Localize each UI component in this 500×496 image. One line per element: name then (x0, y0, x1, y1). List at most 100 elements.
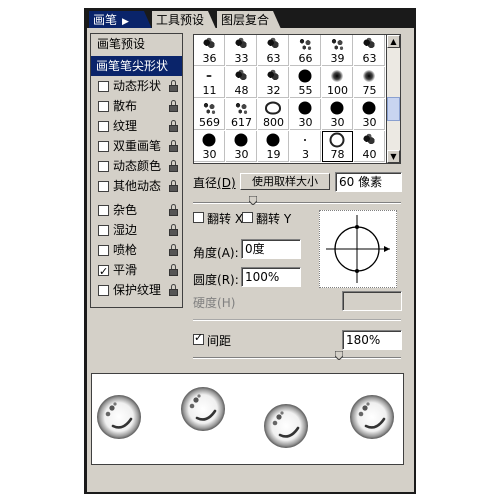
tab-tool-presets[interactable]: 工具预设 (152, 11, 208, 29)
texture-checkbox[interactable] (98, 121, 109, 132)
airbrush-checkbox[interactable] (98, 245, 109, 256)
diameter-slider-thumb[interactable] (249, 196, 257, 205)
list-item-smoothing[interactable]: 平滑 (91, 260, 182, 282)
diameter-field[interactable]: 60 像素 (335, 172, 402, 192)
lock-icon[interactable] (169, 264, 178, 276)
spacing-checkbox[interactable] (193, 331, 204, 345)
brush-tip-cell[interactable]: 63 (354, 35, 385, 66)
spacing-slider-thumb[interactable] (335, 351, 343, 360)
brush-tip-cell[interactable]: 30 (290, 99, 321, 130)
brush-tip-cell[interactable]: 40 (354, 131, 385, 162)
leaf-brush-icon (201, 37, 217, 51)
lock-icon[interactable] (169, 284, 178, 296)
brush-tip-cell[interactable]: 36 (194, 35, 225, 66)
smoothing-checkbox[interactable] (98, 262, 109, 282)
noise-checkbox[interactable] (98, 205, 109, 216)
lock-icon[interactable] (169, 140, 178, 152)
brush-tip-cell[interactable]: 11 (194, 67, 225, 98)
brush-tip-cell[interactable]: 39 (322, 35, 353, 66)
brush-tip-cell[interactable]: 19 (258, 131, 289, 162)
shape-dynamics-checkbox[interactable] (98, 81, 109, 92)
spacing-slider[interactable] (193, 357, 401, 359)
brush-tip-cell[interactable]: 800 (258, 99, 289, 130)
lock-icon[interactable] (169, 180, 178, 192)
brush-tip-cell[interactable]: 32 (258, 67, 289, 98)
tab-brushes[interactable]: 画笔 ▶ (89, 11, 142, 29)
list-item-scattering[interactable]: 散布 (91, 96, 182, 116)
scatter-brush-icon (201, 101, 217, 115)
brush-tip-cell[interactable]: 30 (226, 131, 257, 162)
list-item-other-dynamics[interactable]: 其他动态 (91, 176, 182, 196)
brush-tip-grid[interactable]: 36 33 63 66 39 63 11 48 32 55 100 75 569 617 800 30 30 30… (193, 34, 387, 164)
diameter-slider[interactable] (193, 202, 401, 204)
roundness-field[interactable]: 100% (241, 267, 301, 287)
brush-tip-cell[interactable]: 75 (354, 67, 385, 98)
scroll-down-arrow-icon[interactable]: ▼ (387, 150, 400, 163)
brush-tip-cell[interactable]: 3 (290, 131, 321, 162)
flip-x-checkbox[interactable] (193, 212, 204, 223)
scroll-up-arrow-icon[interactable]: ▲ (387, 35, 400, 48)
lock-icon[interactable] (169, 160, 178, 172)
list-item-label: 纹理 (113, 119, 138, 133)
angle-roundness-widget[interactable] (319, 210, 397, 288)
flip-y-label: 翻转 Y (256, 212, 292, 226)
scattering-checkbox[interactable] (98, 101, 109, 112)
list-item-brush-tip-shape[interactable]: 画笔笔尖形状 (91, 56, 182, 76)
list-item-wet-edges[interactable]: 湿边 (91, 220, 182, 240)
brush-size-label: 66 (298, 52, 313, 65)
flip-y-checkbox[interactable] (242, 212, 253, 223)
tab-layer-comps[interactable]: 图层复合 (217, 11, 273, 29)
list-item-label: 其他动态 (113, 179, 162, 193)
lock-icon[interactable] (169, 100, 178, 112)
brush-tip-cell[interactable]: 48 (226, 67, 257, 98)
list-item-protect-texture[interactable]: 保护纹理 (91, 280, 182, 300)
brush-size-label: 40 (362, 148, 377, 161)
list-item-airbrush[interactable]: 喷枪 (91, 240, 182, 260)
brush-size-label: 800 (263, 116, 284, 129)
dash-brush-icon (206, 75, 212, 77)
list-item-label: 动态颜色 (113, 159, 162, 173)
lock-icon[interactable] (169, 120, 178, 132)
lock-icon[interactable] (169, 204, 178, 216)
brush-tip-cell[interactable]: 30 (194, 131, 225, 162)
brush-grid-scrollbar[interactable]: ▲ ▼ (387, 34, 401, 164)
brush-tip-cell[interactable]: 617 (226, 99, 257, 130)
brush-size-label: 78 (330, 148, 345, 161)
leaf-brush-icon (265, 69, 281, 83)
lock-icon[interactable] (169, 244, 178, 256)
brush-tip-cell[interactable]: 33 (226, 35, 257, 66)
list-item-texture[interactable]: 纹理 (91, 116, 182, 136)
brush-size-label: 617 (231, 116, 252, 129)
brush-size-label: 3 (302, 148, 309, 161)
brush-tip-cell[interactable]: 66 (290, 35, 321, 66)
brush-tip-cell[interactable]: 100 (322, 67, 353, 98)
brush-tip-cell[interactable]: 78 (322, 131, 353, 162)
scroll-thumb[interactable] (387, 97, 400, 121)
dual-brush-checkbox[interactable] (98, 141, 109, 152)
lock-icon[interactable] (169, 80, 178, 92)
brush-tip-cell[interactable]: 63 (258, 35, 289, 66)
brush-tip-cell[interactable]: 30 (322, 99, 353, 130)
brush-size-label: 63 (266, 52, 281, 65)
lock-icon[interactable] (169, 224, 178, 236)
other-dynamics-checkbox[interactable] (98, 181, 109, 192)
wet-edges-checkbox[interactable] (98, 225, 109, 236)
brush-tip-cell[interactable]: 569 (194, 99, 225, 130)
brush-tip-cell[interactable]: 30 (354, 99, 385, 130)
list-item-shape-dynamics[interactable]: 动态形状 (91, 76, 182, 96)
smiley-stamp-icon (348, 393, 396, 441)
leaf-brush-icon (265, 37, 281, 51)
brush-tip-cell[interactable]: 55 (290, 67, 321, 98)
list-item-color-dynamics[interactable]: 动态颜色 (91, 156, 182, 176)
list-item-noise[interactable]: 杂色 (91, 200, 182, 220)
tab-tool-presets-label: 工具预设 (156, 13, 205, 27)
brush-size-label: 36 (202, 52, 217, 65)
angle-field[interactable]: 0度 (241, 239, 301, 259)
list-item-dual-brush[interactable]: 双重画笔 (91, 136, 182, 156)
spacing-field[interactable]: 180% (342, 330, 402, 350)
list-item-brush-presets[interactable]: 画笔预设 (91, 34, 182, 54)
use-sample-size-button[interactable]: 使用取样大小 (240, 173, 330, 190)
color-dynamics-checkbox[interactable] (98, 161, 109, 172)
brush-size-label: 63 (362, 52, 377, 65)
protect-texture-checkbox[interactable] (98, 285, 109, 296)
